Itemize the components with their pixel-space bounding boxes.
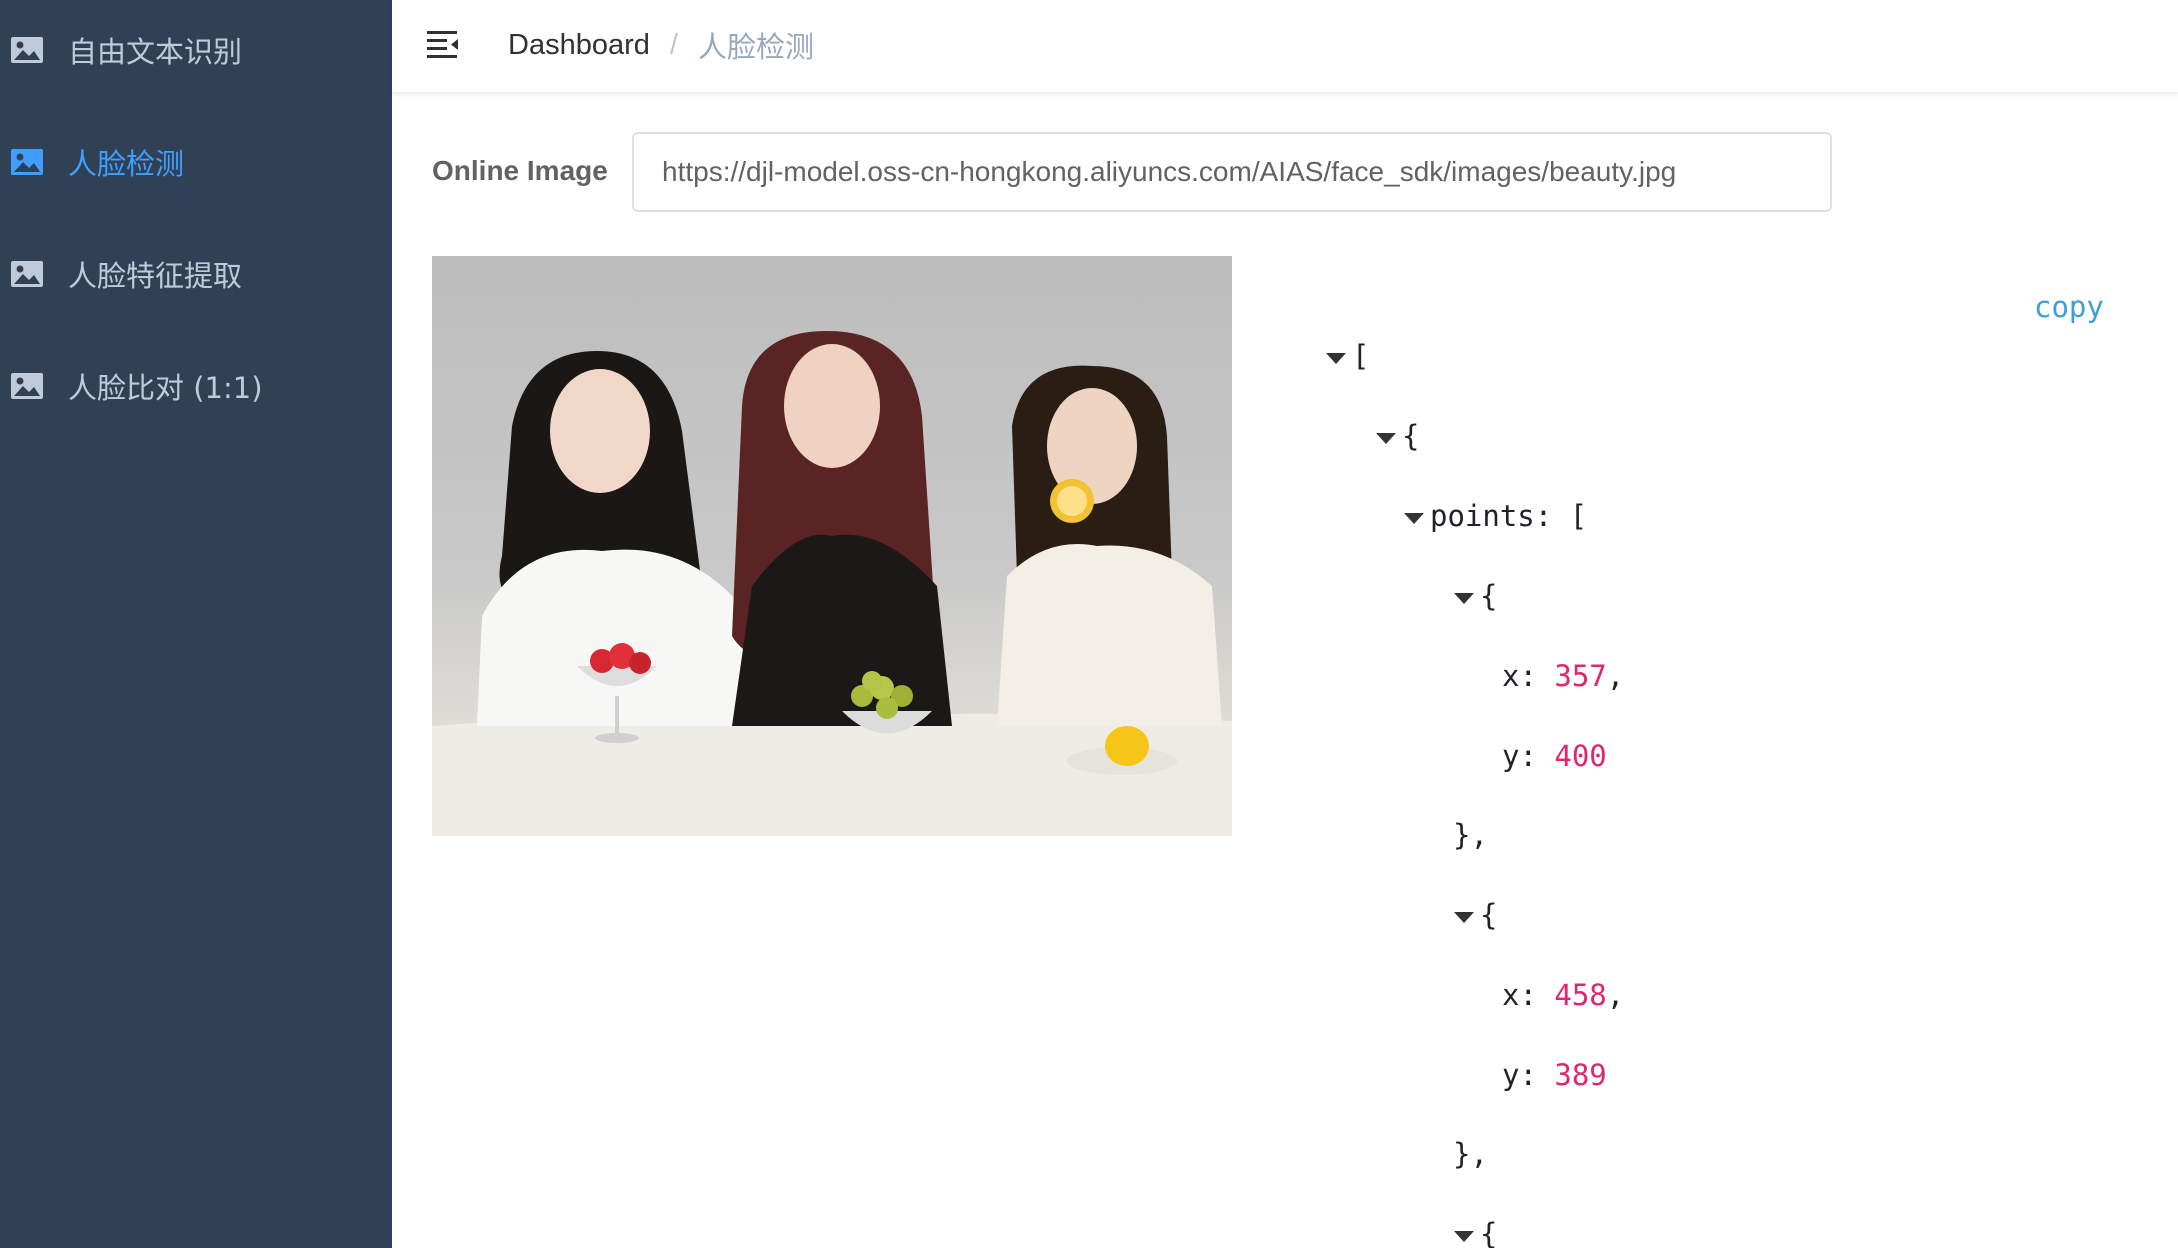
json-key: x: <box>1502 978 1537 1012</box>
json-bracket: }, <box>1453 1137 1488 1171</box>
json-line: points: [ <box>1404 496 1587 536</box>
sidebar: 自由文本识别 人脸检测 人脸特征提取 人脸比对 (1:1) <box>0 0 392 1248</box>
json-bracket: }, <box>1453 818 1488 852</box>
sidebar-item-label: 人脸特征提取 <box>68 259 243 293</box>
hamburger-icon[interactable] <box>425 25 461 61</box>
json-line: { <box>1454 1214 1497 1248</box>
sidebar-item-face-feature[interactable]: 人脸特征提取 <box>0 218 392 330</box>
sidebar-item-text-recognition[interactable]: 自由文本识别 <box>0 0 392 106</box>
image-url-input[interactable] <box>632 132 1832 212</box>
json-line: y: 400 <box>1502 736 1607 776</box>
json-bracket: { <box>1480 898 1498 932</box>
collapse-arrow-icon[interactable] <box>1454 911 1474 923</box>
json-bracket: { <box>1480 1217 1498 1248</box>
online-image-label: Online Image <box>432 155 608 186</box>
json-bracket: { <box>1480 579 1498 613</box>
json-number: 357 <box>1554 659 1607 693</box>
photo-illustration <box>432 331 1232 836</box>
json-number: 400 <box>1554 739 1607 773</box>
image-icon <box>11 37 43 63</box>
collapse-arrow-icon[interactable] <box>1404 512 1424 524</box>
json-line: }, <box>1453 1134 1488 1174</box>
json-key: points: <box>1430 499 1553 533</box>
copy-button[interactable]: copy <box>2034 290 2104 324</box>
json-punct: , <box>1606 659 1625 693</box>
sidebar-item-label: 自由文本识别 <box>68 35 243 69</box>
collapse-arrow-icon[interactable] <box>1326 352 1346 364</box>
json-key: y: <box>1502 739 1537 773</box>
breadcrumb-current: 人脸检测 <box>697 30 814 64</box>
sidebar-item-face-detection[interactable]: 人脸检测 <box>0 106 392 218</box>
json-bracket: [ <box>1352 339 1370 373</box>
json-number: 389 <box>1554 1058 1607 1092</box>
json-line: x: 458, <box>1502 975 1624 1015</box>
sidebar-item-label: 人脸检测 <box>68 147 185 181</box>
json-punct: , <box>1606 978 1625 1012</box>
json-line: { <box>1454 576 1497 616</box>
image-icon <box>11 261 43 287</box>
app-root: 自由文本识别 人脸检测 人脸特征提取 人脸比对 (1:1) Dashboard … <box>0 0 2178 1248</box>
image-icon <box>11 149 43 175</box>
collapse-arrow-icon[interactable] <box>1376 432 1396 444</box>
collapse-arrow-icon[interactable] <box>1454 592 1474 604</box>
breadcrumb: Dashboard / 人脸检测 <box>508 24 814 66</box>
face-image <box>432 256 1232 836</box>
json-line: x: 357, <box>1502 656 1624 696</box>
json-line: [ <box>1326 336 1369 376</box>
json-line: { <box>1454 895 1497 935</box>
sidebar-item-label: 人脸比对 (1:1) <box>68 371 263 405</box>
breadcrumb-separator: / <box>669 28 678 61</box>
navbar: Dashboard / 人脸检测 <box>392 0 2178 93</box>
json-line: { <box>1376 416 1419 456</box>
image-icon <box>11 373 43 399</box>
json-bracket: [ <box>1569 499 1588 533</box>
collapse-arrow-icon[interactable] <box>1454 1230 1474 1242</box>
json-key: x: <box>1502 659 1537 693</box>
json-line: y: 389 <box>1502 1055 1607 1095</box>
json-line: }, <box>1453 815 1488 855</box>
json-number: 458 <box>1554 978 1607 1012</box>
sidebar-item-face-compare[interactable]: 人脸比对 (1:1) <box>0 330 392 442</box>
json-bracket: { <box>1402 419 1420 453</box>
json-key: y: <box>1502 1058 1537 1092</box>
breadcrumb-home[interactable]: Dashboard <box>508 29 650 62</box>
